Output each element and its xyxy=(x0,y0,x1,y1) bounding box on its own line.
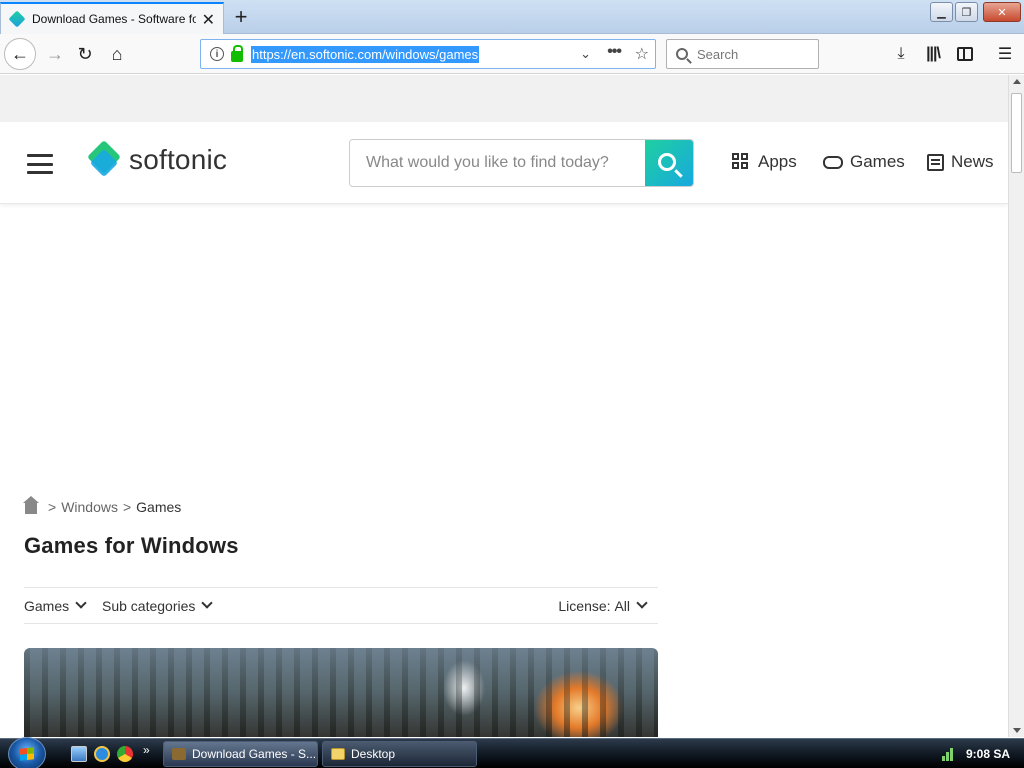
hamburger-menu-icon[interactable]: ☰ xyxy=(992,42,1018,66)
browser-search-field[interactable]: Search xyxy=(666,39,819,69)
windows-taskbar: » Download Games - S... Desktop 9:08 SA xyxy=(0,737,1024,768)
breadcrumb-games: Games xyxy=(136,499,182,515)
site-menu-icon[interactable] xyxy=(27,154,53,174)
logo-text: softonic xyxy=(129,144,228,175)
internet-explorer-icon[interactable] xyxy=(94,746,110,762)
softonic-logo-icon xyxy=(87,140,122,178)
arrow-left-icon: ← xyxy=(11,43,29,64)
firefox-icon xyxy=(172,748,186,760)
taskbar-firefox-window[interactable]: Download Games - S... xyxy=(163,741,318,767)
start-button[interactable] xyxy=(8,737,46,768)
forward-button[interactable]: → xyxy=(40,39,70,69)
tab-close-icon[interactable]: ✕ xyxy=(202,10,215,30)
arrow-right-icon: → xyxy=(46,43,64,64)
taskbar-desktop-label: Desktop xyxy=(351,747,396,761)
network-icon[interactable] xyxy=(942,747,956,761)
nav-apps-label: Apps xyxy=(758,152,797,171)
chevron-down-icon xyxy=(201,597,214,609)
forest-silhouette xyxy=(24,648,658,737)
search-icon xyxy=(658,153,676,171)
navigation-toolbar: ← → ↻ ⌂ i https://en.softonic.com/window… xyxy=(0,34,1024,74)
breadcrumb: > Windows > Games xyxy=(23,495,182,515)
featured-game-image[interactable] xyxy=(24,648,658,737)
tab-title: Download Games - Software fo xyxy=(32,12,196,26)
games-filter-label: Games xyxy=(24,598,70,614)
license-label: License: xyxy=(558,598,611,614)
scrollbar-thumb[interactable] xyxy=(1011,93,1022,173)
site-search-box xyxy=(349,139,694,187)
ellipsis-icon[interactable]: ••• xyxy=(607,43,622,61)
lock-icon[interactable] xyxy=(231,44,243,62)
reload-icon: ↻ xyxy=(77,43,93,64)
chrome-icon[interactable] xyxy=(117,746,133,762)
softonic-logo[interactable]: softonic xyxy=(87,140,228,178)
site-search-button[interactable] xyxy=(645,140,693,186)
search-icon xyxy=(676,48,688,60)
nav-news[interactable]: News xyxy=(927,152,994,172)
games-filter-dropdown[interactable]: Games xyxy=(24,597,87,614)
window-minimize-button[interactable]: ▁ xyxy=(930,2,953,22)
back-button[interactable]: ← xyxy=(4,38,36,70)
page-title: Games for Windows xyxy=(24,533,239,558)
subcategories-label: Sub categories xyxy=(102,598,196,614)
taskbar-firefox-label: Download Games - S... xyxy=(192,747,317,761)
grid-icon xyxy=(732,153,750,171)
show-desktop-icon[interactable] xyxy=(71,746,87,762)
scroll-down-icon[interactable] xyxy=(1013,728,1021,733)
bookmark-star-icon[interactable]: ☆ xyxy=(635,44,649,64)
home-icon: ⌂ xyxy=(111,43,123,64)
nav-news-label: News xyxy=(951,152,994,171)
chevron-down-icon xyxy=(75,597,87,609)
browser-search-placeholder: Search xyxy=(697,46,739,62)
scroll-up-icon[interactable] xyxy=(1013,79,1021,84)
site-header: softonic Apps Games News xyxy=(0,122,1008,204)
url-text[interactable]: https://en.softonic.com/windows/games xyxy=(251,45,480,63)
breadcrumb-windows[interactable]: Windows xyxy=(61,499,118,515)
nav-games-label: Games xyxy=(850,152,905,171)
home-icon[interactable] xyxy=(23,495,39,514)
page-scrollbar[interactable] xyxy=(1008,75,1024,737)
page-viewport: softonic Apps Games News > Windows > Gam xyxy=(0,75,1008,737)
site-info-icon[interactable]: i xyxy=(210,47,224,61)
browser-tab[interactable]: Download Games - Software fo ✕ xyxy=(0,2,224,34)
nav-games[interactable]: Games xyxy=(823,152,905,172)
softonic-favicon-icon xyxy=(8,10,26,28)
filter-bar: Games Sub categories License: All xyxy=(24,587,658,624)
download-icon[interactable]: ⤓ xyxy=(888,42,914,66)
windows-logo-icon xyxy=(20,747,34,761)
new-tab-icon[interactable]: + xyxy=(230,4,252,30)
sidebar-icon[interactable] xyxy=(952,42,978,66)
news-icon xyxy=(927,153,944,171)
folder-icon xyxy=(331,748,345,760)
subcategories-dropdown[interactable]: Sub categories xyxy=(102,597,214,614)
license-value: All xyxy=(614,598,630,614)
gamepad-icon xyxy=(823,155,843,169)
chevron-down-icon xyxy=(636,597,648,609)
taskbar-desktop-window[interactable]: Desktop xyxy=(322,741,477,767)
breadcrumb-separator: > xyxy=(48,499,57,515)
address-bar[interactable]: i https://en.softonic.com/windows/games … xyxy=(200,39,656,69)
nav-apps[interactable]: Apps xyxy=(732,152,797,172)
home-button[interactable]: ⌂ xyxy=(102,39,132,69)
window-restore-button[interactable]: ❐ xyxy=(955,2,978,22)
license-dropdown[interactable]: License: All xyxy=(558,597,648,614)
breadcrumb-separator: > xyxy=(122,499,132,515)
reload-button[interactable]: ↻ xyxy=(70,39,100,69)
window-close-button[interactable]: ✕ xyxy=(983,2,1021,22)
site-search-input[interactable] xyxy=(350,140,645,186)
quicklaunch-more-icon[interactable]: » xyxy=(143,743,150,757)
library-icon[interactable]: |||\ xyxy=(920,42,946,66)
system-clock[interactable]: 9:08 SA xyxy=(966,747,1010,761)
chevron-down-icon[interactable]: ⌄ xyxy=(580,46,591,62)
ad-banner-area xyxy=(0,75,1008,122)
tab-strip: Download Games - Software fo ✕ + ▁ ❐ ✕ xyxy=(0,0,1024,34)
